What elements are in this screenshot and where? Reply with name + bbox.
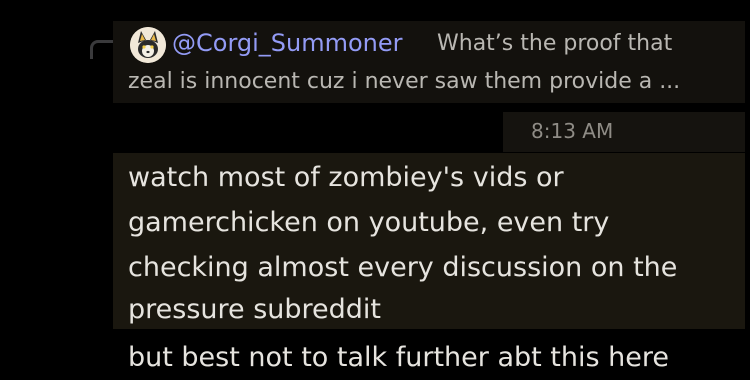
- corgi-avatar-icon-graphic: [130, 27, 166, 63]
- message-timestamp[interactable]: 8:13 AM: [531, 116, 613, 146]
- message-line-1: watch most of zombiey's vids or: [128, 162, 564, 193]
- message-line-3: checking almost every discussion on the: [128, 252, 678, 283]
- reply-text-line-1[interactable]: What’s the proof that: [437, 28, 672, 60]
- message-line-2: gamerchicken on youtube, even try: [128, 207, 610, 238]
- corgi-avatar-icon[interactable]: [130, 27, 166, 63]
- followup-message: but best not to talk further abt this he…: [128, 342, 670, 373]
- chat-view: @Corgi_Summoner What’s the proof that ze…: [0, 0, 750, 380]
- message-line-4: pressure subreddit: [128, 294, 382, 325]
- reply-author[interactable]: @Corgi_Summoner: [172, 27, 403, 59]
- reply-text-line-2[interactable]: zeal is innocent cuz i never saw them pr…: [128, 66, 680, 98]
